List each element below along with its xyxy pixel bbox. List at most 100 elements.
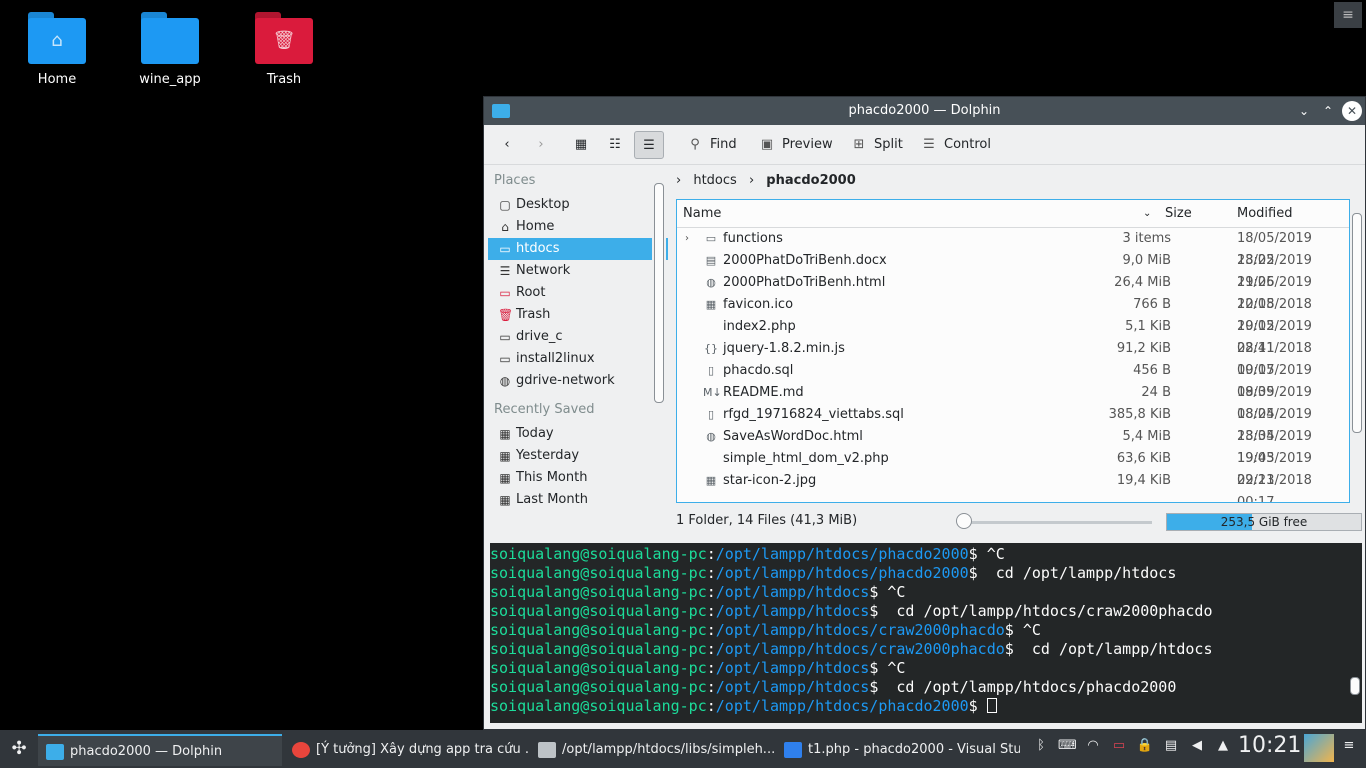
maximize-button[interactable]: ⌃ [1318,101,1338,121]
file-row[interactable]: ▦ favicon.ico 766 B 22/08/2018 20:12 [677,294,1349,334]
places-scrollbar[interactable] [652,171,666,533]
file-row[interactable]: ◍ SaveAsWordDoc.html 5,4 MiB 18/05/2019 19:… [677,426,1349,466]
places-item-root[interactable]: ▭ Root [488,282,668,304]
control-button[interactable]: ☰ Control [920,131,991,159]
hamburger-icon: ☰ [923,137,935,152]
places-item-install2linux[interactable]: ▭ install2linux [488,348,668,370]
scrollbar-thumb[interactable] [654,183,664,403]
file-row[interactable]: › ▭ functions 3 items 18/05/2019 23:22 [677,228,1349,268]
task-vscode[interactable]: t1.php - phacdo2000 - Visual Stu... [776,734,1020,766]
terminal-command: cd /opt/lampp/htdocs [977,564,1177,582]
file-size: 63,6 KiB [1116,451,1171,466]
places-item-network[interactable]: ☰ Network [488,260,668,282]
places-item-trash[interactable]: 🗑 Trash [488,304,668,326]
find-button[interactable]: ⚲ Find [686,131,736,159]
file-row[interactable]: {} jquery-1.8.2.min.js 91,2 KiB 22/11/2018 … [677,338,1349,378]
task-chrome[interactable]: [Ý tưởng] Xây dựng app tra cứu ... [284,734,528,766]
file-row[interactable]: ▯ rfgd_19716824_viettabs.sql 385,8 KiB 18/0… [677,404,1349,444]
file-size: 91,2 KiB [1116,341,1171,356]
application-launcher-icon[interactable]: ✣ [6,736,32,762]
file-row[interactable]: ▤ 2000PhatDoTriBenh.docx 9,0 MiB 18/05/2019… [677,250,1349,290]
zoom-slider-handle[interactable] [956,513,972,529]
file-row[interactable]: ◍ 2000PhatDoTriBenh.html 26,4 MiB 19/05/201… [677,272,1349,312]
tray-expand-icon[interactable]: ▲ [1214,738,1232,760]
file-name: README.md [723,385,804,400]
column-size[interactable]: Size [1165,206,1192,221]
calendar-icon: ▦ [499,449,511,463]
breadcrumb-htdocs[interactable]: htdocs [693,173,736,188]
desktop-icon-label: wine_app [139,72,201,87]
recent-item-yesterday[interactable]: ▦ Yesterday [488,445,668,467]
scrollbar-thumb[interactable] [1350,677,1360,695]
lock-icon[interactable]: 🔒 [1136,738,1154,760]
wifi-icon[interactable]: ◠ [1084,738,1102,760]
bluetooth-icon[interactable]: ᛒ [1032,738,1050,760]
details-view-button[interactable]: ☰ [634,131,664,159]
sort-chevron-icon[interactable]: ⌄ [1143,208,1151,219]
battery-icon[interactable]: ▭ [1110,738,1128,760]
tree-list-icon: ☰ [643,138,655,153]
expand-chevron-icon[interactable]: › [685,228,695,250]
split-label: Split [874,137,903,152]
terminal-panel[interactable]: soiqualang@soiqualang-pc:/opt/lampp/htdo… [490,543,1348,723]
file-size: 456 B [1133,363,1171,378]
file-icon: ▯ [707,364,715,377]
show-desktop-icon[interactable] [1304,734,1334,762]
places-item-htdocs[interactable]: ▭ htdocs [488,238,668,260]
recent-item-this-month[interactable]: ▦ This Month [488,467,668,489]
breadcrumb-phacdo2000[interactable]: phacdo2000 [766,173,855,188]
zoom-slider[interactable] [966,521,1152,524]
scrollbar-thumb[interactable] [1352,213,1362,433]
places-item-home[interactable]: ⌂ Home [488,216,668,238]
close-button[interactable]: ✕ [1342,101,1362,121]
titlebar: phacdo2000 — Dolphin ⌄ ⌃ ✕ [484,97,1365,125]
desktop-icon-home[interactable]: ⌂ Home [12,12,102,87]
clipboard-icon[interactable]: ▤ [1162,738,1180,760]
split-icon: ⊞ [853,137,865,152]
prompt-user: soiqualang@soiqualang-pc [490,678,707,696]
panel-menu-icon[interactable]: ≡ [1340,738,1358,760]
recent-item-last-month[interactable]: ▦ Last Month [488,489,668,511]
terminal-scrollbar[interactable] [1348,543,1362,723]
places-item-label: Root [516,285,546,300]
compact-view-button[interactable]: ☷ [600,131,630,159]
task-label: t1.php - phacdo2000 - Visual Stu... [808,742,1020,757]
column-modified[interactable]: Modified [1237,206,1292,221]
desktop-icon-wine-app[interactable]: wine_app [125,12,215,87]
file-size: 5,1 KiB [1125,319,1171,334]
split-button[interactable]: ⊞ Split [850,131,903,159]
places-item-desktop[interactable]: ▢ Desktop [488,194,668,216]
forward-button[interactable]: › [526,131,556,159]
window-title: phacdo2000 — Dolphin [848,103,1001,118]
prompt-path: /opt/lampp/htdocs [715,678,870,696]
file-row[interactable]: simple_html_dom_v2.php 63,6 KiB 19/05/2019… [677,448,1349,488]
search-icon: ⚲ [690,137,700,152]
minimize-button[interactable]: ⌄ [1294,101,1314,121]
taskbar: ✣ phacdo2000 — Dolphin [Ý tưởng] Xây dựn… [0,730,1366,768]
file-row[interactable]: M↓ README.md 24 B 19/05/2019 08:24 [677,382,1349,422]
calendar-icon: ▦ [499,427,511,441]
task-dolphin[interactable]: phacdo2000 — Dolphin [38,734,282,766]
places-item-drive-c[interactable]: ▭ drive_c [488,326,668,348]
keyboard-icon[interactable]: ⌨ [1058,738,1077,760]
icons-view-button[interactable]: ▦ [566,131,596,159]
task-label: phacdo2000 — Dolphin [70,744,223,759]
chrome-icon [292,742,310,758]
file-row[interactable]: index2.php 5,1 KiB 19/05/2019 08:41 [677,316,1349,356]
column-name[interactable]: Name [683,206,721,221]
clock[interactable]: 10:21 [1238,733,1301,758]
places-item-gdrive-network[interactable]: ◍ gdrive-network [488,370,668,392]
desktop-menu-icon[interactable]: ≡ [1334,2,1362,28]
desktop-icon-trash[interactable]: 🗑 Trash [239,12,329,87]
task-text-editor[interactable]: /opt/lampp/htdocs/libs/simpleh... [530,734,774,766]
recent-item-today[interactable]: ▦ Today [488,423,668,445]
preview-button[interactable]: ▣ Preview [758,131,833,159]
volume-icon[interactable]: ◀ [1188,738,1206,760]
recent-item-label: Last Month [516,492,588,507]
file-scrollbar[interactable] [1350,199,1364,505]
file-view: Name ⌄ Size Modified › ▭ functions 3 items 1… [676,199,1350,503]
file-row[interactable]: ▯ phacdo.sql 456 B 19/05/2019 08:39 [677,360,1349,400]
file-row[interactable]: ▦ star-icon-2.jpg 19,4 KiB 22/11/2018 00:17 [677,470,1349,502]
back-button[interactable]: ‹ [492,131,522,159]
file-size: 19,4 KiB [1116,473,1171,488]
